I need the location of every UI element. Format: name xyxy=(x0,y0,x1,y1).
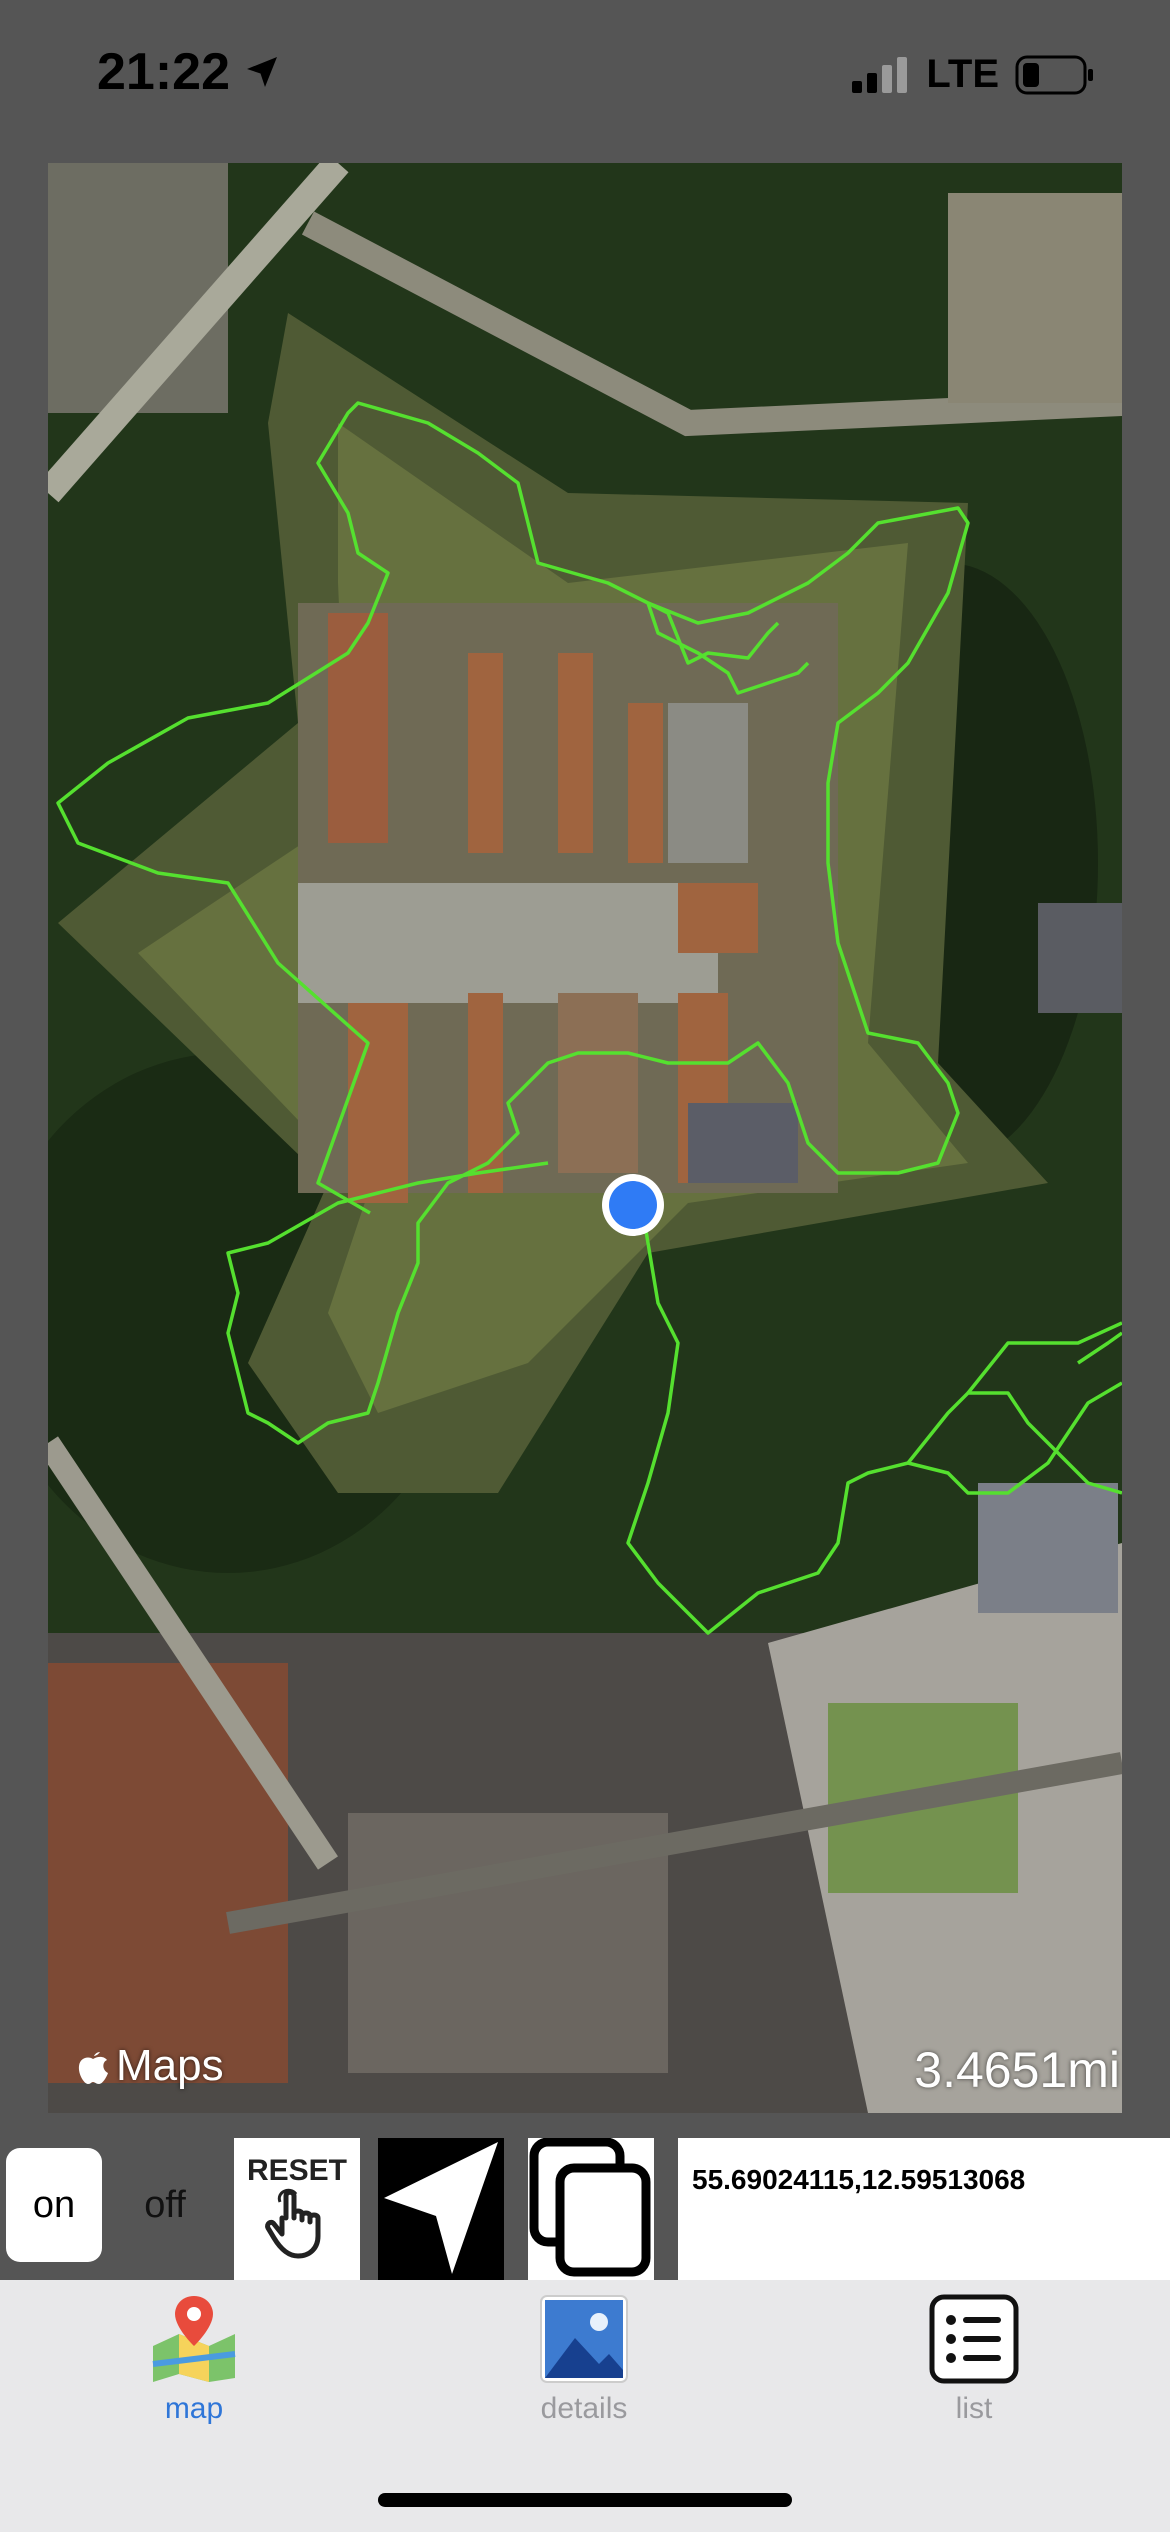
maps-label: Maps xyxy=(116,2041,224,2090)
reset-button[interactable]: RESET xyxy=(234,2138,360,2280)
tab-list[interactable]: list xyxy=(874,2294,1074,2426)
reset-label: RESET xyxy=(246,2154,348,2187)
status-time: 21:22 xyxy=(97,43,230,101)
copy-icon xyxy=(529,2138,651,2277)
tab-map-label: map xyxy=(164,2392,224,2425)
photo-icon xyxy=(540,2295,628,2383)
navigation-arrow-icon xyxy=(384,2142,498,2274)
battery-icon xyxy=(1015,55,1093,94)
signal-icon xyxy=(852,56,908,93)
coordinates-text: 55.69024115,12.59513068 xyxy=(692,2164,1026,2195)
status-bar: 21:22 LTE xyxy=(0,0,1170,150)
status-indicators: LTE xyxy=(852,52,1095,97)
list-icon xyxy=(929,2294,1019,2384)
tab-list-label: list xyxy=(955,2392,993,2425)
tracking-on-button[interactable]: on xyxy=(6,2148,102,2262)
satellite-map xyxy=(48,163,1122,2113)
map-icon xyxy=(152,2296,236,2382)
coordinates-display[interactable]: 55.69024115,12.59513068 xyxy=(678,2138,1170,2280)
maps-attribution[interactable]: Maps xyxy=(76,2041,224,2091)
location-arrow-icon xyxy=(247,57,277,87)
map-view[interactable]: Maps 3.4651mi xyxy=(48,163,1122,2113)
apple-logo-icon xyxy=(78,2052,108,2084)
tracking-off-button[interactable]: off xyxy=(110,2148,220,2262)
network-type: LTE xyxy=(926,52,999,96)
tab-map[interactable]: map xyxy=(94,2294,294,2426)
home-indicator[interactable] xyxy=(378,2493,792,2507)
copy-coordinates-button[interactable] xyxy=(528,2138,654,2280)
status-time-group: 21:22 xyxy=(97,42,280,102)
tab-details-label: details xyxy=(540,2392,628,2425)
distance-scale: 3.4651mi xyxy=(914,2042,1120,2098)
tab-details[interactable]: details xyxy=(484,2294,684,2426)
hand-tap-icon xyxy=(265,2188,321,2259)
controls-bar: on off RESET 55.69024115,12.59513068 xyxy=(0,2138,1170,2280)
center-location-button[interactable] xyxy=(378,2138,504,2280)
